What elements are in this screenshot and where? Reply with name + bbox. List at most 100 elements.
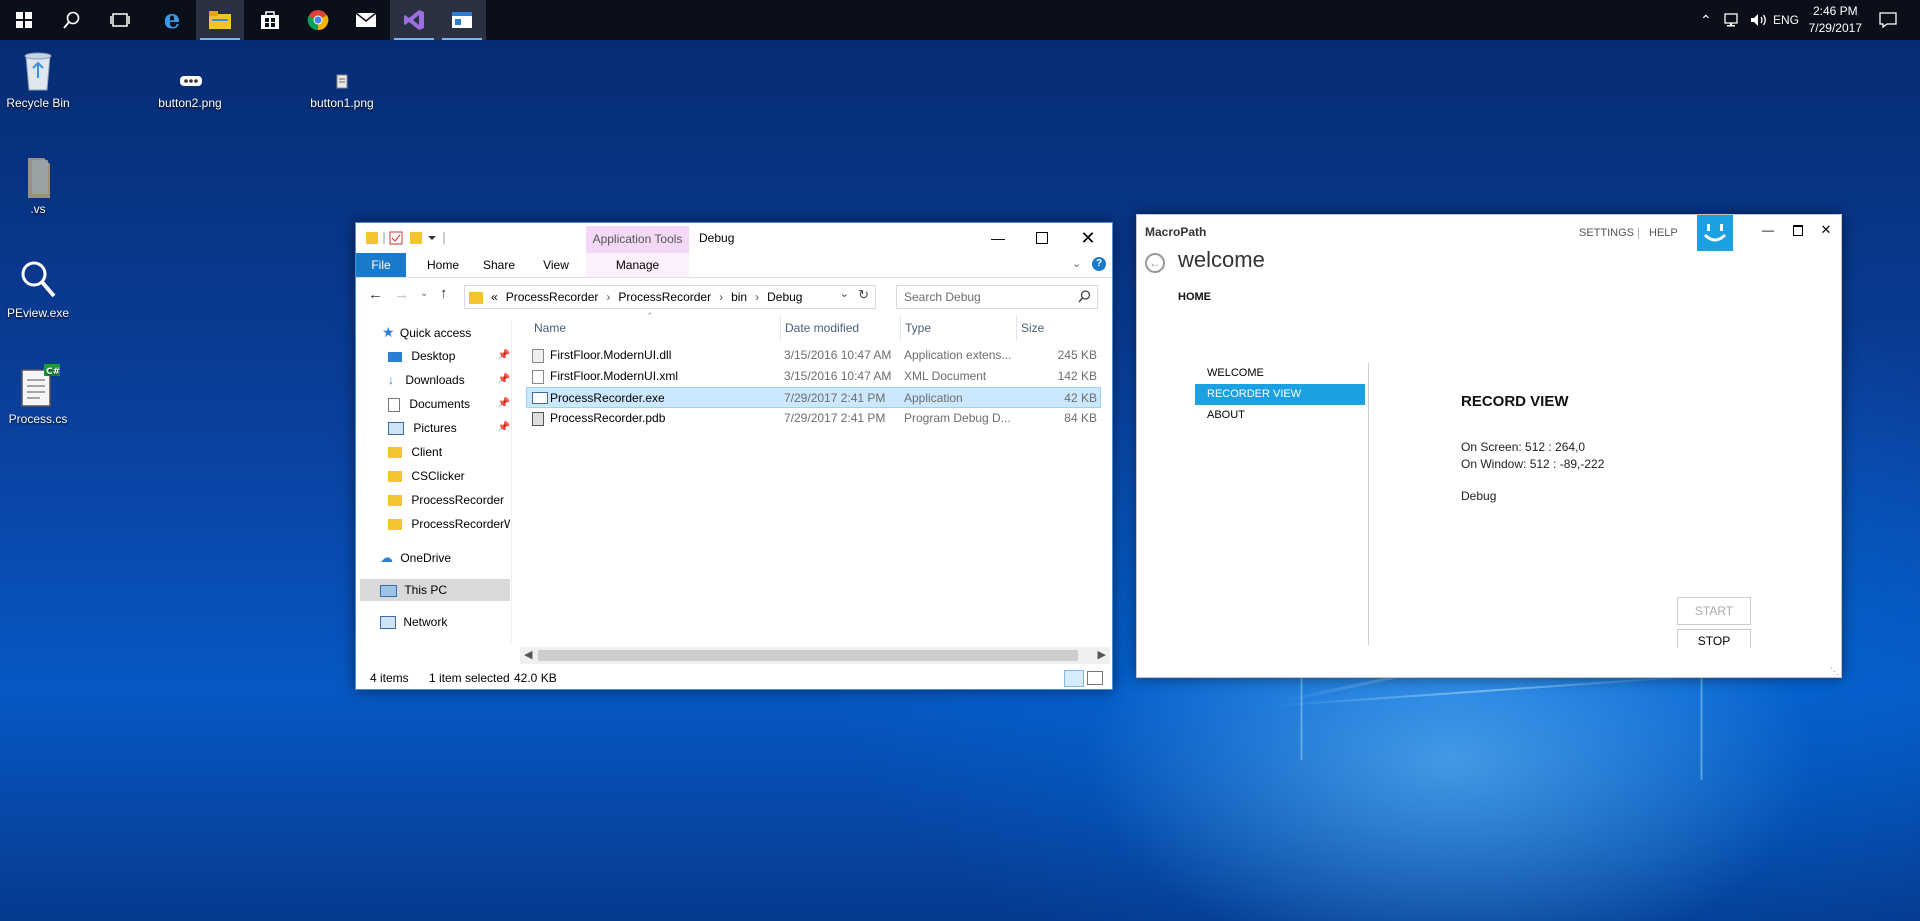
breadcrumb-separator-icon[interactable]: ›: [606, 290, 610, 304]
file-row-selected[interactable]: ProcessRecorder.exe 7/29/2017 2:41 PM Ap…: [526, 387, 1101, 408]
recent-locations-icon[interactable]: ⌄: [420, 288, 428, 299]
address-dropdown-icon[interactable]: ⌄: [840, 287, 849, 300]
back-button[interactable]: ←: [1145, 253, 1165, 273]
mail-button[interactable]: [342, 0, 390, 40]
up-arrow-icon[interactable]: ↑: [440, 285, 448, 302]
column-header-name[interactable]: Name: [534, 315, 566, 341]
nav-pictures[interactable]: Pictures 📌: [388, 417, 510, 439]
column-header-date[interactable]: Date modified: [780, 315, 859, 341]
stop-button[interactable]: STOP: [1677, 629, 1751, 648]
details-view-icon[interactable]: [1064, 670, 1084, 687]
file-explorer-button[interactable]: [196, 0, 244, 40]
pin-icon: 📌: [497, 422, 510, 433]
close-button[interactable]: ✕: [1811, 215, 1841, 245]
minimize-button[interactable]: —: [1753, 215, 1783, 245]
desktop-icon-process-cs[interactable]: C# Process.cs: [0, 364, 76, 426]
column-header-size[interactable]: Size: [1016, 315, 1044, 341]
scroll-left-icon[interactable]: ◀: [524, 648, 532, 661]
mode-label: Debug: [1461, 489, 1497, 503]
desktop-icon-button2[interactable]: button2.png: [152, 72, 228, 110]
folder-icon: [388, 471, 402, 483]
menu-item-about[interactable]: ABOUT: [1195, 405, 1365, 426]
visual-studio-icon: [404, 10, 424, 30]
resize-grip-icon[interactable]: ⋱: [1830, 666, 1839, 677]
nav-onedrive[interactable]: ☁ OneDrive: [380, 547, 510, 569]
tab-view[interactable]: View: [531, 253, 581, 277]
desktop-icon-peview[interactable]: PEview.exe: [0, 258, 76, 320]
maximize-button[interactable]: [1020, 223, 1064, 253]
nav-network[interactable]: Network: [380, 611, 510, 633]
help-icon[interactable]: ?: [1092, 257, 1106, 271]
start-button[interactable]: START: [1677, 597, 1751, 625]
language-indicator[interactable]: ENG: [1773, 0, 1799, 40]
visual-studio-button[interactable]: [390, 0, 438, 40]
file-row[interactable]: FirstFloor.ModernUI.xml 3/15/2016 10:47 …: [526, 366, 1101, 387]
task-view-button[interactable]: [96, 0, 144, 40]
close-button[interactable]: ✕: [1066, 223, 1110, 253]
nav-folder-processrecorder[interactable]: ProcessRecorder: [388, 489, 510, 511]
chrome-button[interactable]: [294, 0, 342, 40]
subnav-home[interactable]: HOME: [1178, 291, 1211, 303]
tab-home[interactable]: Home: [418, 253, 468, 277]
tab-manage[interactable]: Manage: [586, 253, 689, 277]
horizontal-scrollbar[interactable]: ◀ ▶: [520, 647, 1110, 664]
breadcrumb-overflow[interactable]: «: [491, 290, 498, 304]
refresh-icon[interactable]: ↻: [858, 287, 869, 303]
search-box[interactable]: Search Debug: [896, 285, 1098, 309]
breadcrumb-item[interactable]: ProcessRecorder: [506, 290, 599, 304]
scroll-right-icon[interactable]: ▶: [1098, 648, 1106, 661]
nav-documents[interactable]: Documents 📌: [388, 393, 510, 415]
breadcrumb-separator-icon[interactable]: ›: [755, 290, 759, 304]
column-header-type[interactable]: Type: [900, 315, 931, 341]
desktop-icon-vs-folder[interactable]: .vs: [0, 154, 76, 216]
help-link[interactable]: HELP: [1649, 227, 1678, 239]
address-bar[interactable]: « ProcessRecorder › ProcessRecorder › bi…: [464, 285, 876, 309]
breadcrumb-item[interactable]: bin: [731, 290, 747, 304]
desktop-icon-button1[interactable]: button1.png: [304, 72, 380, 110]
tab-file[interactable]: File: [356, 253, 406, 277]
image-file-icon: [168, 72, 212, 92]
store-button[interactable]: [246, 0, 294, 40]
nav-folder-processrecorderwp[interactable]: ProcessRecorderWP: [388, 513, 510, 535]
settings-link[interactable]: SETTINGS: [1579, 227, 1634, 239]
start-button[interactable]: [0, 0, 48, 40]
action-center-button[interactable]: [1866, 0, 1910, 40]
scrollbar-thumb[interactable]: [538, 650, 1078, 661]
app-button[interactable]: [438, 0, 486, 40]
minimize-button[interactable]: —: [976, 223, 1020, 253]
nav-label: Client: [411, 445, 443, 459]
breadcrumb-item[interactable]: Debug: [767, 290, 802, 304]
large-icons-view-icon[interactable]: [1087, 671, 1103, 685]
edge-icon: e: [163, 5, 181, 35]
nav-folder-client[interactable]: Client: [388, 441, 510, 463]
nav-this-pc[interactable]: This PC: [360, 579, 510, 601]
folder-icon: [209, 11, 231, 29]
volume-icon[interactable]: [1750, 13, 1768, 27]
tab-share[interactable]: Share: [474, 253, 524, 277]
search-input-placeholder[interactable]: Search Debug: [904, 290, 981, 304]
menu-item-recorder-view[interactable]: RECORDER VIEW: [1195, 384, 1365, 405]
desktop-icon-recycle-bin[interactable]: Recycle Bin: [0, 48, 76, 110]
nav-downloads[interactable]: ↓ Downloads 📌: [388, 369, 510, 391]
file-row[interactable]: FirstFloor.ModernUI.dll 3/15/2016 10:47 …: [526, 345, 1101, 366]
nav-folder-csclicker[interactable]: CSClicker: [388, 465, 510, 487]
nav-label: Downloads: [405, 373, 465, 387]
ribbon-expand-icon[interactable]: ⌄: [1072, 257, 1081, 270]
search-button[interactable]: [48, 0, 96, 40]
nav-quick-access[interactable]: ★ Quick access: [382, 321, 471, 343]
file-row[interactable]: ProcessRecorder.pdb 7/29/2017 2:41 PM Pr…: [526, 408, 1101, 429]
back-arrow-icon[interactable]: ←: [368, 286, 383, 303]
network-icon[interactable]: [1724, 13, 1742, 27]
breadcrumb-separator-icon[interactable]: ›: [719, 290, 723, 304]
explorer-titlebar[interactable]: Application Tools Debug — ✕: [356, 223, 1112, 253]
quick-access-toolbar[interactable]: [366, 230, 456, 246]
file-name: FirstFloor.ModernUI.xml: [550, 369, 679, 383]
forward-arrow-icon[interactable]: →: [394, 286, 409, 303]
clock[interactable]: 2:46 PM 7/29/2017: [1809, 3, 1862, 37]
maximize-button[interactable]: [1783, 215, 1813, 245]
chevron-up-icon[interactable]: ⌃: [1700, 12, 1712, 29]
nav-desktop[interactable]: Desktop 📌: [388, 345, 510, 367]
edge-button[interactable]: e: [148, 0, 196, 40]
menu-item-welcome[interactable]: WELCOME: [1195, 363, 1365, 384]
breadcrumb-item[interactable]: ProcessRecorder: [618, 290, 711, 304]
